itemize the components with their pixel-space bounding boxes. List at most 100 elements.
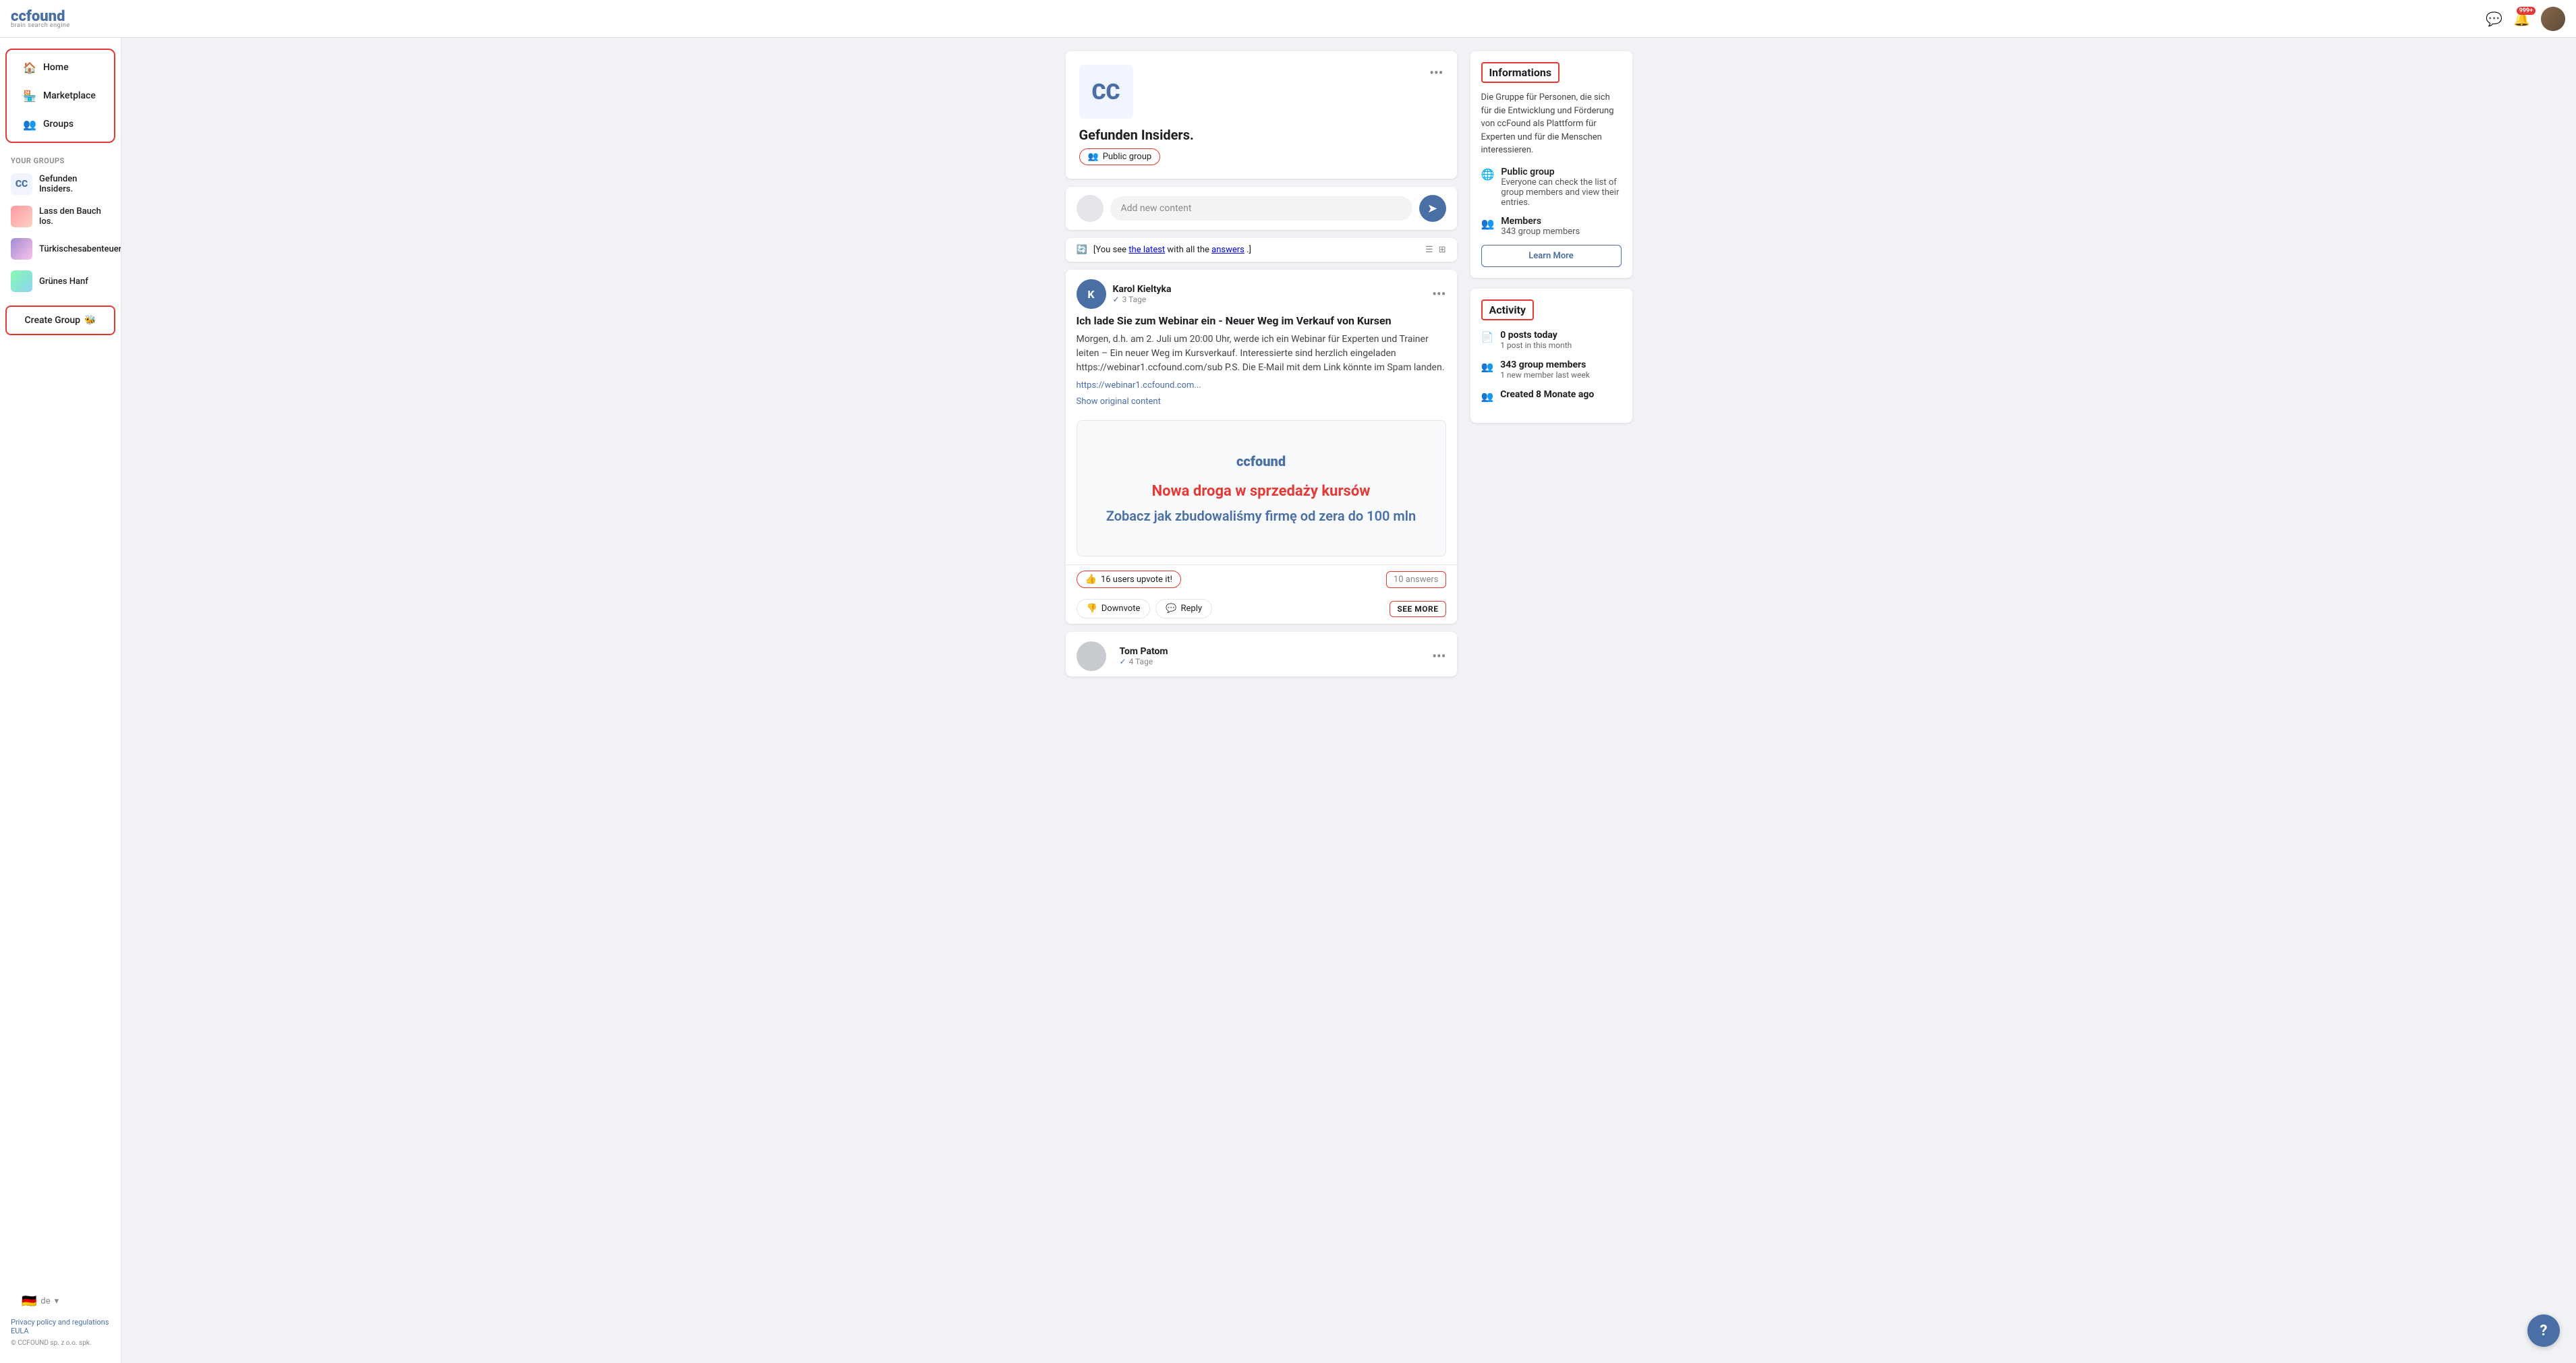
notice-suffix: .] xyxy=(1247,245,1251,255)
sidebar-group-name-gefunden: Gefunden Insiders. xyxy=(39,174,110,194)
show-original-1[interactable]: Show original content xyxy=(1077,397,1161,407)
language-dropdown-icon[interactable]: ▾ xyxy=(55,1296,59,1306)
top-bar-right: 💬 🔔 999+ xyxy=(2486,7,2565,31)
messages-icon[interactable]: 💬 xyxy=(2486,11,2502,27)
post-footer-1: 👍 16 users upvote it! 10 answers 👎 Downv… xyxy=(1066,564,1457,624)
learn-more-button[interactable]: Learn More xyxy=(1481,245,1622,267)
notice-icons[interactable]: ☰ ⊞ xyxy=(1425,245,1446,255)
home-icon: 🏠 xyxy=(23,61,36,74)
post-author-details-2: Tom Patom ✓ 4 Tage xyxy=(1120,646,1168,666)
language-selector[interactable]: 🇩🇪 de ▾ xyxy=(11,1289,110,1314)
post-link-1[interactable]: https://webinar1.ccfound.com... xyxy=(1077,380,1446,390)
answers-area-1: 10 answers xyxy=(1386,571,1446,588)
group-avatar-gefunden: CC xyxy=(11,173,32,195)
activity-row-posts: 📄 0 posts today 1 post in this month xyxy=(1481,330,1622,350)
post-header-1: K Karol Kieltyka ✓ 3 Tage ••• xyxy=(1066,270,1457,314)
preview-logo: ccfound xyxy=(1236,453,1286,469)
post-text-1: Morgen, d.h. am 2. Juli um 20:00 Uhr, we… xyxy=(1077,332,1446,375)
verified-icon-2: ✓ xyxy=(1120,657,1126,666)
post-author-name-1: Karol Kieltyka xyxy=(1113,284,1172,295)
reply-label: Reply xyxy=(1181,604,1203,614)
notice-prefix: [You see xyxy=(1093,245,1128,255)
flag-icon: 🇩🇪 xyxy=(22,1294,36,1308)
groups-icon: 👥 xyxy=(23,117,36,131)
grid-view-icon[interactable]: ⊞ xyxy=(1439,245,1446,255)
post-menu-1[interactable]: ••• xyxy=(1432,286,1446,302)
group-name-title: Gefunden Insiders. xyxy=(1079,127,1443,143)
sidebar-item-groups[interactable]: 👥 Groups xyxy=(12,111,109,138)
logo-area: ccfound brain search engine xyxy=(11,8,70,29)
see-more-button-1[interactable]: SEE MORE xyxy=(1390,601,1446,617)
public-group-badge[interactable]: 👥 Public group xyxy=(1079,148,1161,165)
right-sidebar: Informations Die Gruppe für Personen, di… xyxy=(1470,51,1632,1350)
footer-copy: © CCFOUND sp. z o.o. spk. xyxy=(11,1339,110,1347)
notifications-icon[interactable]: 🔔 999+ xyxy=(2513,11,2530,27)
privacy-link[interactable]: Privacy policy and regulations xyxy=(11,1318,109,1327)
reply-icon: 💬 xyxy=(1166,604,1176,614)
post-reactions-1: 👍 16 users upvote it! 10 answers xyxy=(1066,565,1457,593)
post-time-2: 4 Tage xyxy=(1129,657,1153,666)
sidebar-marketplace-label: Marketplace xyxy=(43,90,96,101)
your-groups-label: YOUR GROUPS xyxy=(0,151,121,168)
activity-members-main: 343 group members xyxy=(1500,359,1590,370)
post-input-field[interactable]: Add new content xyxy=(1110,196,1412,221)
activity-posts-main: 0 posts today xyxy=(1500,330,1572,341)
logo-sub: brain search engine xyxy=(11,22,70,29)
sidebar-group-lass[interactable]: Lass den Bauch los. xyxy=(0,200,121,233)
group-header-card: CC ••• Gefunden Insiders. 👥 Public group xyxy=(1066,51,1457,179)
public-group-row-content: Public group Everyone can check the list… xyxy=(1501,167,1621,208)
posts-icon: 📄 xyxy=(1481,331,1494,343)
sidebar-group-name-lass: Lass den Bauch los. xyxy=(39,206,110,227)
main-feed: CC ••• Gefunden Insiders. 👥 Public group… xyxy=(1066,51,1457,1350)
notice-latest-link[interactable]: the latest xyxy=(1128,245,1165,255)
list-view-icon[interactable]: ☰ xyxy=(1425,245,1433,255)
downvote-button-1[interactable]: 👎 Downvote xyxy=(1077,599,1151,618)
public-group-row-text: Everyone can check the list of group mem… xyxy=(1501,177,1621,208)
post-submit-button[interactable]: ➤ xyxy=(1419,195,1446,222)
post-menu-2[interactable]: ••• xyxy=(1432,648,1446,664)
user-avatar[interactable] xyxy=(2541,7,2565,31)
avatar-image xyxy=(2541,7,2565,31)
upvote-count-1[interactable]: 👍 16 users upvote it! xyxy=(1077,571,1182,588)
sidebar-item-home[interactable]: 🏠 Home xyxy=(12,54,109,81)
group-logo: CC xyxy=(1079,65,1133,119)
sidebar-group-grunes[interactable]: Grünes Hanf xyxy=(0,265,121,297)
top-bar: ccfound brain search engine 💬 🔔 999+ xyxy=(0,0,2576,38)
sidebar-item-marketplace[interactable]: 🏪 Marketplace xyxy=(12,82,109,109)
create-group-label: Create Group xyxy=(25,315,81,326)
sidebar: 🏠 Home 🏪 Marketplace 👥 Groups YOUR GROUP… xyxy=(0,38,121,1363)
activity-created-icon: 👥 xyxy=(1481,390,1494,403)
informations-description: Die Gruppe für Personen, die sich für di… xyxy=(1481,91,1622,157)
activity-members-sub: 1 new member last week xyxy=(1500,370,1590,380)
activity-posts-content: 0 posts today 1 post in this month xyxy=(1500,330,1572,350)
informations-title: Informations xyxy=(1481,62,1560,83)
notice-answers-link[interactable]: answers xyxy=(1211,245,1244,255)
logo: ccfound brain search engine xyxy=(11,8,70,29)
activity-card: Activity 📄 0 posts today 1 post in this … xyxy=(1470,289,1632,423)
upvote-icon-1: 👍 xyxy=(1085,574,1097,585)
upvote-label-1: 16 users upvote it! xyxy=(1101,575,1172,585)
help-button[interactable]: ? xyxy=(2527,1314,2560,1347)
activity-posts-sub: 1 post in this month xyxy=(1500,341,1572,350)
group-avatar-grunes xyxy=(11,270,32,292)
sidebar-nav: 🏠 Home 🏪 Marketplace 👥 Groups YOUR GROUP… xyxy=(0,46,121,1281)
public-group-row-title: Public group xyxy=(1501,167,1621,177)
sidebar-home-label: Home xyxy=(43,62,69,73)
sidebar-group-gefunden[interactable]: CC Gefunden Insiders. xyxy=(0,168,121,200)
activity-created-main: Created 8 Monate ago xyxy=(1500,389,1594,400)
marketplace-icon: 🏪 xyxy=(23,89,36,103)
eula-link[interactable]: EULA xyxy=(11,1327,29,1335)
post-input-avatar xyxy=(1077,195,1104,222)
sidebar-group-turkisches[interactable]: Türkischesabenteuer.de xyxy=(0,233,121,265)
create-group-button[interactable]: Create Group 🐝 xyxy=(8,308,113,332)
post-author-info-1: K Karol Kieltyka ✓ 3 Tage xyxy=(1077,279,1172,309)
members-row-content: Members 343 group members xyxy=(1501,216,1580,237)
group-header-menu[interactable]: ••• xyxy=(1429,65,1443,81)
public-group-row-icon: 🌐 xyxy=(1481,168,1495,181)
latest-notice: 🔄 [You see the latest with all the answe… xyxy=(1066,238,1457,262)
preview-title: Nowa droga w sprzedaży kursów xyxy=(1152,483,1371,500)
reply-button-1[interactable]: 💬 Reply xyxy=(1155,599,1212,618)
notice-cc-icon: 🔄 xyxy=(1077,245,1087,255)
post-body-1: Ich lade Sie zum Webinar ein - Neuer Weg… xyxy=(1066,314,1457,415)
post-time-1: 3 Tage xyxy=(1122,295,1147,304)
